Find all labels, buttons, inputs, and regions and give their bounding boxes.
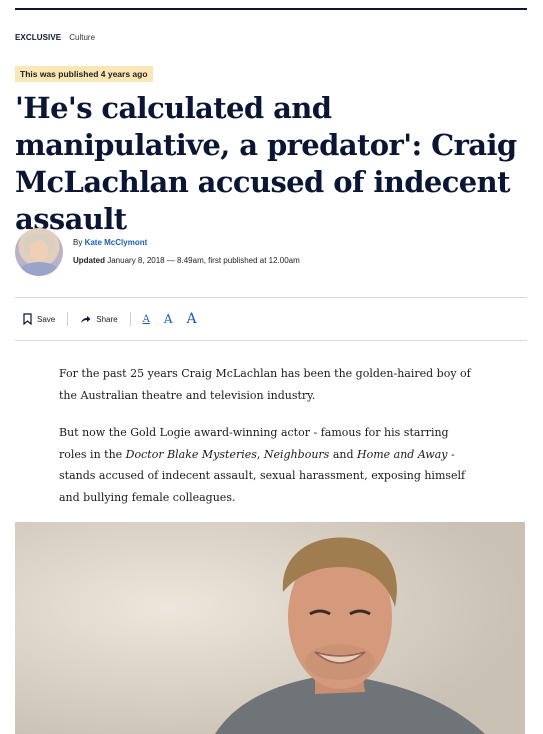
save-label: Save [37,314,56,324]
published-notice: This was published 4 years ago [15,66,153,82]
top-rule [15,8,527,10]
byline-prefix: By [73,238,83,247]
share-label: Share [96,314,118,324]
paragraph-2: But now the Gold Logie award-winning act… [59,422,479,508]
toolbar-divider [67,312,69,326]
update-timestamp: Updated January 8, 2018 — 8.49am, first … [73,256,300,265]
hero-photo-illustration [15,522,525,734]
show-title: Home and Away [357,447,448,461]
updated-label: Updated [73,256,105,265]
toolbar-divider [129,312,131,326]
article-toolbar: Save Share A A A [15,298,527,340]
paragraph-text: , [256,447,264,461]
font-size-small-button[interactable]: A [143,314,150,325]
author-link[interactable]: Kate McClymont [85,238,148,247]
paragraph-1: For the past 25 years Craig McLachlan ha… [59,367,471,402]
share-arrow-icon [81,315,91,323]
share-button[interactable]: Share [80,314,118,324]
exclusive-tag: EXCLUSIVE [15,33,62,42]
updated-text: January 8, 2018 — 8.49am, first publishe… [107,256,300,265]
hero-image [15,522,525,734]
show-title: Doctor Blake Mysteries [125,447,257,461]
font-size-medium-button[interactable]: A [164,312,173,326]
toolbar-bottom-divider [15,340,527,341]
save-button[interactable]: Save [23,313,55,325]
article-headline: 'He's calculated and manipulative, a pre… [15,91,517,236]
font-size-large-button[interactable]: A [187,311,197,327]
section-link-culture[interactable]: Culture [69,33,95,42]
kicker: EXCLUSIVE Culture [15,33,95,42]
author-avatar[interactable] [15,228,63,276]
byline: By Kate McClymont [73,238,147,247]
show-title: Neighbours [263,447,330,461]
paragraph-text: and [329,447,358,461]
bookmark-icon [23,313,32,325]
